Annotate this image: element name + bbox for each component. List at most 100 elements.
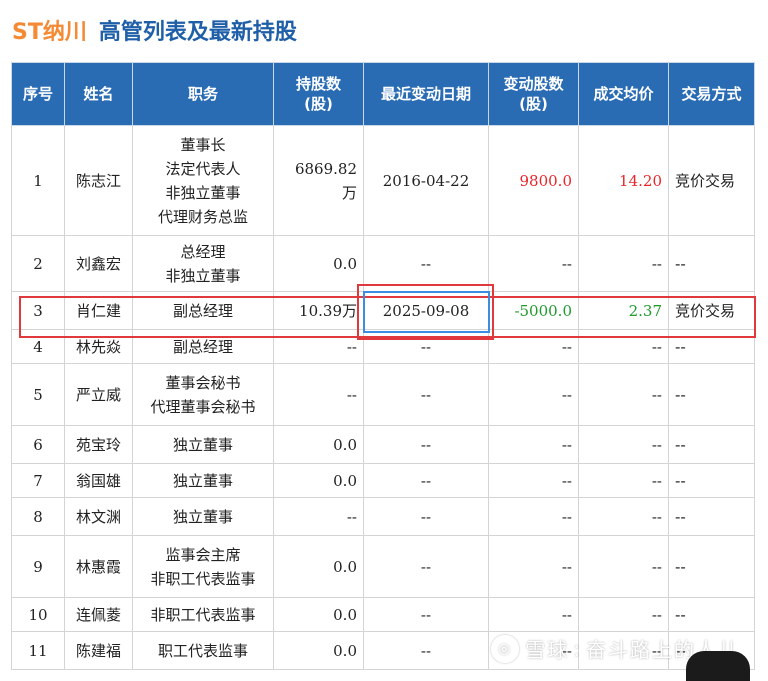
table-row[interactable]: 1 陈志江 董事长 法定代表人 非独立董事 代理财务总监 6869.82万 2016-0… [11,125,755,236]
cell-change-qty: -- [488,363,579,426]
cell-date: -- [363,597,489,632]
cell-date: -- [363,463,489,498]
cell-change-qty: -- [488,425,579,464]
col-header-position[interactable]: 职务 [132,62,274,126]
cell-holding: 10.39万 [273,291,364,330]
table-row[interactable]: 7 翁国雄 独立董事 0.0 -- -- -- -- [11,463,755,498]
table-row[interactable]: 3 肖仁建 副总经理 10.39万 2025-09-08 -5000.0 2.37 竞价交易 [11,291,755,330]
cell-holding: 0.0 [273,425,364,464]
cell-position: 监事会主席 非职工代表监事 [132,535,274,598]
cell-trade-method: -- [668,235,755,292]
watermark-brand: 雪球 [525,638,570,662]
cell-no: 3 [11,291,65,330]
table-row[interactable]: 6 苑宝玲 独立董事 0.0 -- -- -- -- [11,425,755,464]
cell-trade-method: 竞价交易 [668,125,755,236]
cell-position: 董事长 法定代表人 非独立董事 代理财务总监 [132,125,274,236]
cell-position: 职工代表监事 [132,631,274,670]
col-header-no[interactable]: 序号 [11,62,65,126]
table-row[interactable]: 8 林文渊 独立董事 -- -- -- -- -- [11,497,755,536]
cell-name: 肖仁建 [64,291,133,330]
table-row[interactable]: 4 林先焱 副总经理 -- -- -- -- -- [11,329,755,364]
cell-trade-method: -- [668,597,755,632]
cell-holding: -- [273,329,364,364]
table-row[interactable]: 5 严立威 董事会秘书 代理董事会秘书 -- -- -- -- -- [11,363,755,426]
table-header-row: 序号 姓名 职务 持股数 (股) 最近变动日期 变动股数 (股) 成交均价 交易… [11,62,755,126]
cell-no: 10 [11,597,65,632]
table-row[interactable]: 9 林惠霞 监事会主席 非职工代表监事 0.0 -- -- -- -- [11,535,755,598]
cell-date: -- [363,329,489,364]
cell-no: 2 [11,235,65,292]
col-header-qty[interactable]: 变动股数 (股) [488,62,579,126]
cell-date: 2016-04-22 [363,125,489,236]
cell-position: 独立董事 [132,497,274,536]
cell-name: 翁国雄 [64,463,133,498]
col-header-holding[interactable]: 持股数 (股) [273,62,364,126]
cell-date: -- [363,631,489,670]
cell-holding: 0.0 [273,631,364,670]
page-header: ST纳川 高管列表及最新持股 [12,14,297,52]
cell-avg-price: -- [578,597,669,632]
cell-no: 1 [11,125,65,236]
cell-avg-price: -- [578,363,669,426]
xueqiu-logo-icon: ◎ [491,634,520,663]
corner-badge [686,651,750,681]
cell-no: 11 [11,631,65,670]
cell-trade-method: -- [668,363,755,426]
cell-date: -- [363,363,489,426]
cell-name: 林惠霞 [64,535,133,598]
cell-avg-price: -- [578,329,669,364]
cell-position: 董事会秘书 代理董事会秘书 [132,363,274,426]
cell-no: 8 [11,497,65,536]
col-header-price[interactable]: 成交均价 [578,62,669,126]
cell-holding: 6869.82万 [273,125,364,236]
cell-no: 4 [11,329,65,364]
cell-no: 7 [11,463,65,498]
cell-avg-price: -- [578,235,669,292]
cell-change-qty: -- [488,497,579,536]
cell-trade-method: -- [668,425,755,464]
cell-position: 非职工代表监事 [132,597,274,632]
table-row[interactable]: 2 刘鑫宏 总经理 非独立董事 0.0 -- -- -- -- [11,235,755,292]
cell-change-qty: -5000.0 [488,291,579,330]
stock-name: ST纳川 [12,20,87,45]
cell-position: 独立董事 [132,463,274,498]
cell-no: 5 [11,363,65,426]
cell-holding: 0.0 [273,463,364,498]
page-title: 高管列表及最新持股 [98,20,297,45]
col-header-name[interactable]: 姓名 [64,62,133,126]
cell-name: 陈志江 [64,125,133,236]
table-row[interactable]: 10 连佩菱 非职工代表监事 0.0 -- -- -- -- [11,597,755,632]
cell-date: -- [363,497,489,536]
cell-position: 副总经理 [132,329,274,364]
cell-avg-price: 2.37 [578,291,669,330]
col-header-way[interactable]: 交易方式 [668,62,755,126]
cell-date: -- [363,235,489,292]
col-header-date[interactable]: 最近变动日期 [363,62,489,126]
cell-trade-method: 竞价交易 [668,291,755,330]
cell-holding: 0.0 [273,597,364,632]
cell-avg-price: -- [578,463,669,498]
cell-name: 苑宝玲 [64,425,133,464]
cell-date: -- [363,425,489,464]
cell-avg-price: -- [578,497,669,536]
cell-position: 总经理 非独立董事 [132,235,274,292]
cell-change-qty: -- [488,235,579,292]
executive-holdings-table: 序号 姓名 职务 持股数 (股) 最近变动日期 变动股数 (股) 成交均价 交易… [11,62,755,670]
cell-trade-method: -- [668,497,755,536]
cell-change-qty: -- [488,535,579,598]
cell-avg-price: -- [578,425,669,464]
cell-name: 林文渊 [64,497,133,536]
cell-change-qty: -- [488,463,579,498]
cell-trade-method: -- [668,329,755,364]
cell-change-qty: -- [488,329,579,364]
cell-date: 2025-09-08 [363,291,489,330]
cell-holding: 0.0 [273,235,364,292]
cell-name: 严立威 [64,363,133,426]
cell-change-qty: -- [488,597,579,632]
cell-holding: -- [273,363,364,426]
cell-no: 6 [11,425,65,464]
cell-position: 副总经理 [132,291,274,330]
cell-trade-method: -- [668,463,755,498]
cell-position: 独立董事 [132,425,274,464]
cell-date: -- [363,535,489,598]
